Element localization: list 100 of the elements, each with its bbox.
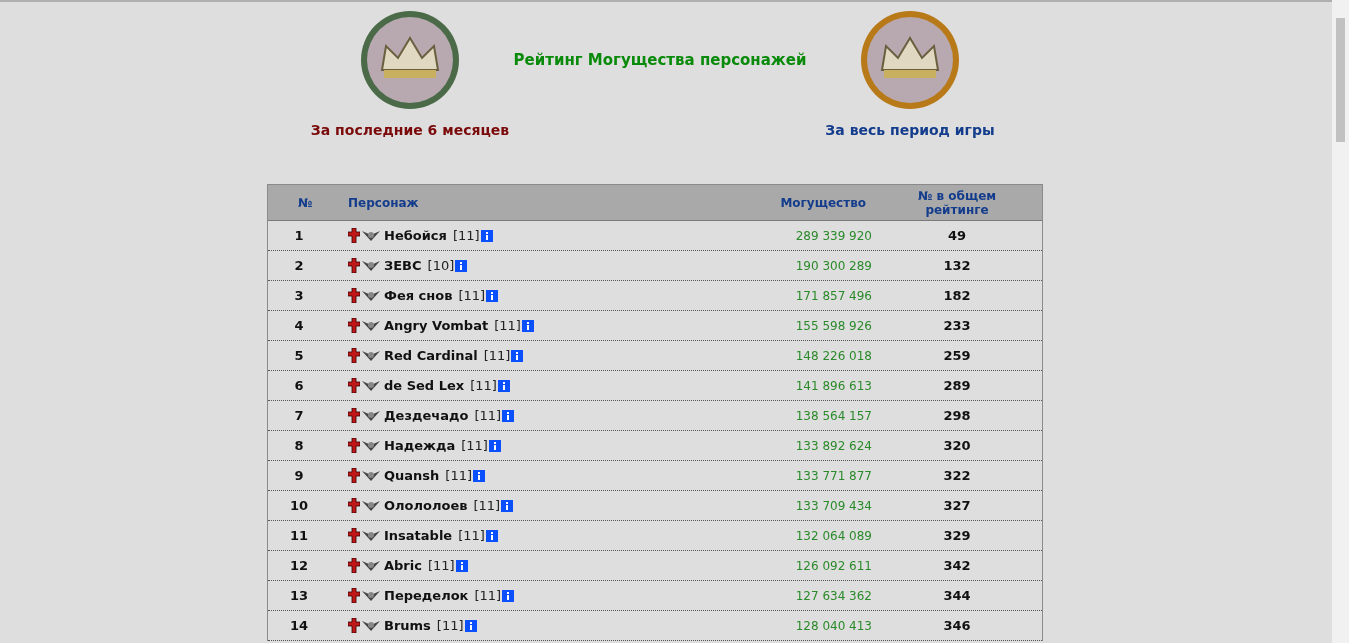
power-value: 148 226 018 (794, 348, 872, 363)
cross-icon (348, 288, 360, 303)
character-name[interactable]: Quansh (384, 468, 440, 483)
character-name[interactable]: Brums (384, 618, 431, 633)
info-icon[interactable] (485, 529, 498, 542)
overall-rank: 320 (942, 438, 972, 453)
cross-icon (348, 228, 360, 243)
scrollbar[interactable] (1332, 0, 1349, 643)
power-value: 141 896 613 (794, 378, 872, 393)
place-number: 13 (288, 588, 310, 603)
power-value: 289 339 920 (794, 228, 872, 243)
character-name[interactable]: Insatable (384, 528, 453, 543)
place-number: 2 (293, 258, 305, 273)
overall-rank: 344 (942, 588, 972, 603)
cross-icon (348, 258, 360, 273)
scrollbar-thumb[interactable] (1336, 18, 1345, 142)
column-header: № (297, 195, 314, 210)
info-icon[interactable] (502, 409, 515, 422)
place-number: 5 (293, 348, 305, 363)
cross-icon (348, 348, 360, 363)
info-icon[interactable] (501, 499, 514, 512)
info-icon[interactable] (455, 259, 468, 272)
info-icon[interactable] (464, 619, 477, 632)
period-link[interactable]: За весь период игры (825, 122, 995, 138)
info-icon[interactable] (497, 379, 510, 392)
overall-rank: 49 (946, 228, 968, 243)
period-link[interactable]: За последние 6 месяцев (310, 122, 510, 138)
overall-rank: 182 (942, 288, 972, 303)
character-name[interactable]: Небойся (384, 228, 447, 243)
character-name[interactable]: Надежда (384, 438, 456, 453)
cross-icon (348, 588, 360, 603)
character-level: [11] (436, 618, 464, 633)
cross-icon (348, 408, 360, 423)
place-number: 6 (293, 378, 305, 393)
page-title: Рейтинг Могущества персонажей (512, 50, 808, 71)
crown-medallion-icon (860, 8, 960, 112)
character-name[interactable]: de Sed Lex (384, 378, 465, 393)
character-name[interactable]: Abric (384, 558, 422, 573)
info-icon[interactable] (488, 439, 501, 452)
info-icon[interactable] (511, 349, 524, 362)
place-number: 3 (293, 288, 305, 303)
cross-icon (348, 618, 360, 633)
power-value: 190 300 289 (794, 258, 872, 273)
character-level: [11] (474, 408, 502, 423)
character-level: [11] (458, 288, 486, 303)
cross-icon (348, 438, 360, 453)
column-header: Персонаж (347, 195, 420, 210)
character-name[interactable]: Дездечадо (384, 408, 469, 423)
overall-rank: 259 (942, 348, 972, 363)
power-value: 133 771 877 (794, 468, 872, 483)
character-name[interactable]: Angry Vombat (384, 318, 489, 333)
overall-rank: 322 (942, 468, 972, 483)
place-number: 9 (293, 468, 305, 483)
overall-rank: 289 (942, 378, 972, 393)
info-icon[interactable] (473, 469, 485, 482)
overall-rank: 233 (942, 318, 972, 333)
place-number: 4 (293, 318, 305, 333)
cross-icon (348, 528, 360, 543)
character-level: [11] (494, 318, 521, 333)
power-value: 126 092 611 (794, 558, 872, 573)
character-level: [11] (470, 378, 497, 393)
character-name[interactable]: Олололоев (384, 498, 468, 513)
character-level: [11] (452, 228, 480, 243)
character-level: [11] (473, 498, 501, 513)
character-level: [11] (461, 438, 488, 453)
place-number: 10 (288, 498, 310, 513)
crown-medallion-icon (360, 8, 460, 112)
power-value: 133 892 624 (794, 438, 872, 453)
character-name[interactable]: Фея снов (384, 288, 453, 303)
cross-icon (348, 468, 360, 483)
overall-rank: 329 (942, 528, 972, 543)
character-level: [11] (474, 588, 502, 603)
cross-icon (348, 378, 360, 393)
info-icon[interactable] (455, 559, 468, 572)
character-level: [11] (427, 558, 455, 573)
info-icon[interactable] (480, 229, 493, 242)
place-number: 12 (288, 558, 310, 573)
info-icon[interactable] (486, 289, 499, 302)
character-name[interactable]: Переделок (384, 588, 469, 603)
power-value: 155 598 926 (794, 318, 872, 333)
character-level: [10] (427, 258, 455, 273)
place-number: 7 (293, 408, 305, 423)
overall-rank: 298 (942, 408, 972, 423)
overall-rank: 346 (942, 618, 972, 633)
character-name[interactable]: Red Cardinal (384, 348, 478, 363)
place-number: 11 (288, 528, 310, 543)
cross-icon (348, 558, 360, 573)
power-value: 171 857 496 (794, 288, 872, 303)
character-level: [11] (483, 348, 511, 363)
character-level: [11] (458, 528, 485, 543)
overall-rank: 342 (942, 558, 972, 573)
power-value: 127 634 362 (794, 588, 872, 603)
column-header: № в общем рейтинге (916, 188, 998, 217)
character-name[interactable]: ЗЕВС (384, 258, 422, 273)
info-icon[interactable] (502, 589, 515, 602)
info-icon[interactable] (521, 319, 534, 332)
overall-rank: 327 (942, 498, 972, 513)
power-value: 138 564 157 (794, 408, 872, 423)
character-level: [11] (445, 468, 472, 483)
place-number: 14 (288, 618, 310, 633)
